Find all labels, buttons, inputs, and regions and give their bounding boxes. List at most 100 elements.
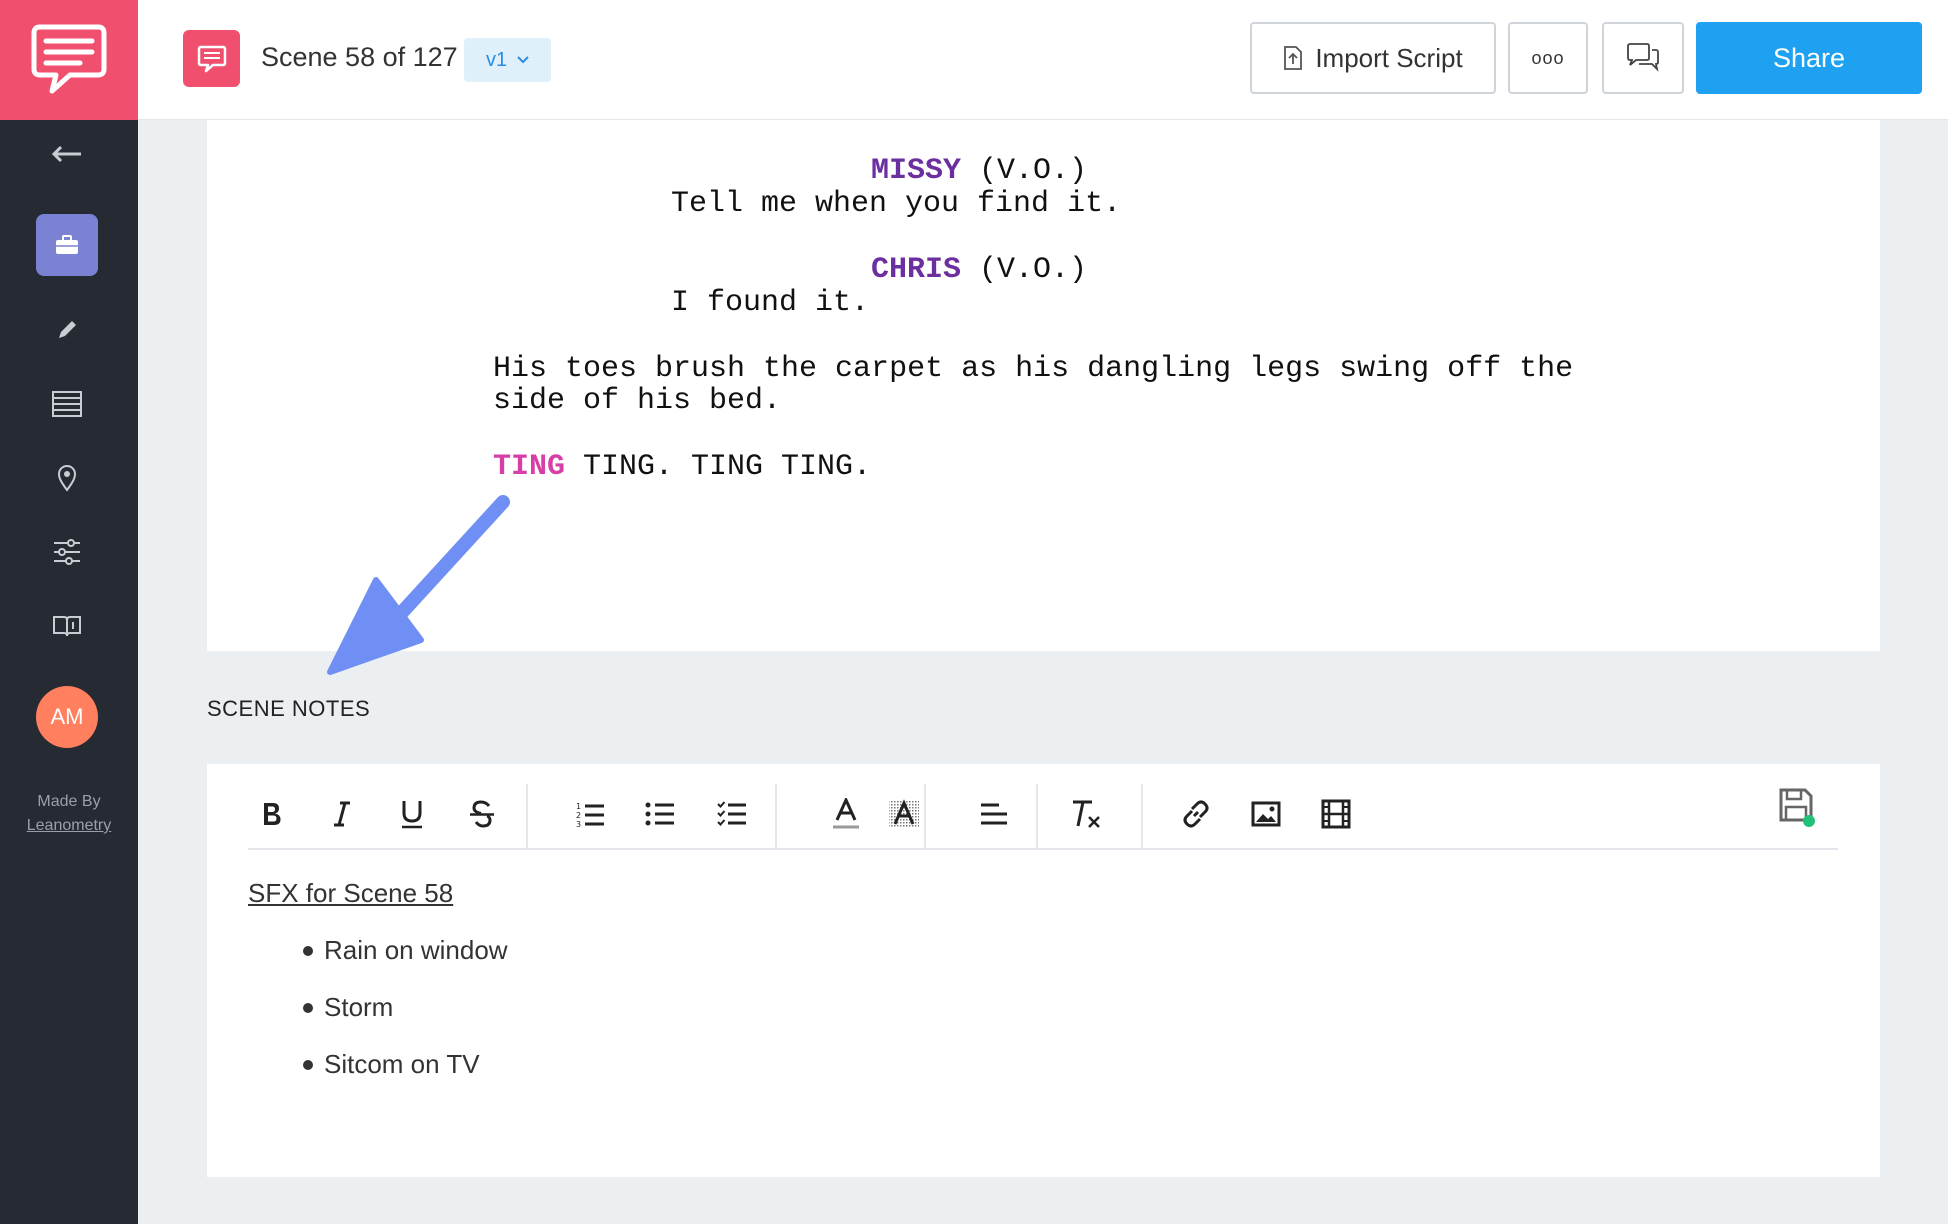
character-extension: (V.O.): [961, 154, 1088, 188]
toolbar-divider: [1141, 784, 1143, 848]
notes-list: Rain on window Storm Sitcom on TV: [303, 922, 508, 1093]
underline-button[interactable]: [392, 794, 432, 834]
list-item-text: Rain on window: [324, 935, 508, 965]
scene-notes-editor: 123 SFX for Scene 58 Rain on window Stor…: [207, 764, 1880, 1177]
insert-link-button[interactable]: [1176, 794, 1216, 834]
clear-format-icon: [1073, 800, 1100, 828]
strikethrough-icon: [470, 800, 494, 828]
film-icon: [1321, 799, 1351, 829]
sidebar: AM Made By Leanometry: [0, 0, 138, 1224]
back-arrow-icon: [51, 145, 81, 163]
more-options-button[interactable]: ooo: [1508, 22, 1588, 94]
sfx-text: TING. TING TING.: [565, 450, 872, 484]
import-script-label: Import Script: [1315, 42, 1463, 73]
italic-icon: [334, 801, 350, 827]
sidebar-item-breakdown[interactable]: [35, 372, 99, 436]
version-label: v1: [485, 48, 508, 71]
insert-video-button[interactable]: [1316, 794, 1356, 834]
scene-badge[interactable]: [183, 30, 240, 87]
toolbar-divider: [924, 784, 926, 848]
sidebar-item-projects[interactable]: [36, 214, 98, 276]
svg-text:3: 3: [576, 820, 581, 828]
list-item-text: Sitcom on TV: [324, 1049, 480, 1079]
toolbar-divider: [775, 784, 777, 848]
italic-button[interactable]: [322, 794, 362, 834]
svg-text:1: 1: [576, 802, 581, 811]
made-by-link[interactable]: Leanometry: [0, 814, 138, 838]
comments-button[interactable]: [1602, 22, 1684, 94]
version-dropdown[interactable]: v1: [464, 38, 551, 82]
checklist-icon: [717, 801, 746, 826]
back-button[interactable]: [35, 122, 99, 186]
image-icon: [1251, 801, 1281, 827]
save-disk-icon: [1779, 788, 1815, 827]
share-button[interactable]: Share: [1696, 22, 1922, 94]
pencil-icon: [59, 321, 76, 338]
character-name: MISSY: [871, 154, 962, 188]
bullet-icon: [303, 1002, 313, 1013]
action-line: His toes brush the carpet as his danglin…: [493, 352, 1574, 386]
more-options-icon: ooo: [1531, 47, 1565, 68]
sidebar-item-guide[interactable]: [35, 594, 99, 658]
bullet-list-button[interactable]: [640, 794, 680, 834]
bold-button[interactable]: [252, 794, 292, 834]
import-script-button[interactable]: Import Script: [1250, 22, 1496, 94]
toolbar-divider: [526, 784, 528, 848]
underline-icon: [402, 801, 422, 829]
svg-text:2: 2: [576, 811, 581, 820]
made-by-credit: Made By Leanometry: [0, 790, 138, 838]
text-color-icon: [833, 798, 859, 829]
sidebar-item-locations[interactable]: [35, 446, 99, 510]
align-button[interactable]: [974, 794, 1014, 834]
scene-notes-label: SCENE NOTES: [207, 696, 371, 721]
bullet-icon: [303, 945, 313, 956]
callout-arrow-icon: [327, 495, 510, 675]
briefcase-icon: [56, 235, 78, 254]
sfx-line: TING TING. TING TING.: [493, 451, 871, 484]
text-color-button[interactable]: [826, 794, 866, 834]
list-item: Rain on window: [303, 922, 508, 979]
highlight-color-button[interactable]: [884, 794, 924, 834]
bold-icon: [264, 803, 281, 825]
dialogue-line: I found it.: [671, 286, 870, 320]
notes-heading: SFX for Scene 58: [248, 878, 454, 908]
sliders-icon: [54, 539, 80, 565]
formatting-toolbar: 123: [248, 782, 1838, 850]
sfx-highlight: TING: [493, 450, 566, 484]
book-icon: [53, 616, 81, 637]
location-pin-icon: [57, 465, 77, 492]
character-name: CHRIS: [871, 253, 962, 287]
speech-bubble-logo-icon: [31, 24, 107, 94]
bullet-list-icon: [645, 802, 674, 826]
toolbar-divider: [1036, 784, 1038, 848]
ordered-list-icon: 123: [576, 802, 604, 828]
checklist-button[interactable]: [712, 794, 752, 834]
scene-title: Scene 58 of 127: [261, 42, 458, 72]
chevron-down-icon: [517, 56, 529, 64]
highlight-color-icon: [889, 799, 919, 828]
align-left-icon: [981, 803, 1007, 825]
clear-format-button[interactable]: [1066, 794, 1106, 834]
insert-image-button[interactable]: [1246, 794, 1286, 834]
character-extension: (V.O.): [961, 253, 1088, 287]
table-icon: [52, 391, 82, 417]
save-status[interactable]: [1779, 788, 1817, 833]
link-icon: [1183, 800, 1209, 828]
bullet-icon: [303, 1059, 313, 1070]
action-line: side of his bed.: [493, 384, 782, 418]
dialogue-heading-1: MISSY (V.O.): [871, 155, 1087, 188]
list-item-text: Storm: [324, 992, 394, 1022]
dialogue-heading-2: CHRIS (V.O.): [871, 254, 1087, 287]
strikethrough-button[interactable]: [462, 794, 502, 834]
top-bar: Scene 58 of 127 v1 Import Script ooo Sha…: [138, 0, 1948, 120]
sidebar-item-settings[interactable]: [35, 520, 99, 584]
sidebar-item-write[interactable]: [35, 298, 99, 362]
ordered-list-button[interactable]: 123: [570, 794, 610, 834]
app-logo[interactable]: [0, 0, 138, 120]
list-item: Storm: [303, 979, 508, 1036]
avatar[interactable]: AM: [36, 686, 98, 748]
chat-bubbles-icon: [1627, 43, 1659, 72]
list-item: Sitcom on TV: [303, 1036, 508, 1093]
dialogue-line: Tell me when you find it.: [671, 187, 1122, 221]
file-upload-icon: [1284, 46, 1303, 70]
